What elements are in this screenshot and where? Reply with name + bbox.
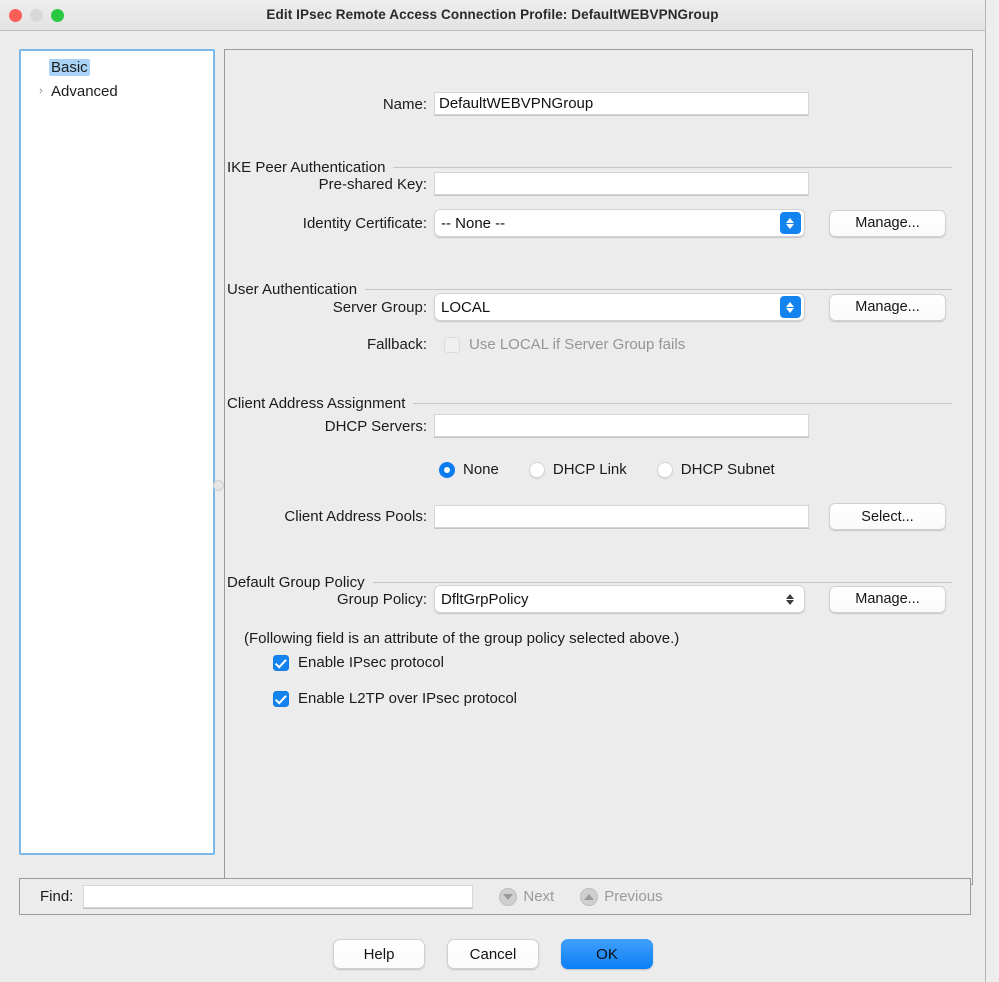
chevron-up-down-icon[interactable] bbox=[780, 212, 801, 234]
chevron-up-down-icon[interactable] bbox=[780, 588, 801, 610]
enable-l2tp-over-ipsec-checkbox[interactable] bbox=[273, 690, 289, 707]
name-row: Name: bbox=[227, 92, 952, 116]
group-title: Client Address Assignment bbox=[227, 395, 406, 412]
fallback-label: Fallback: bbox=[366, 336, 427, 353]
find-previous-label: Previous bbox=[604, 888, 663, 905]
dhcp-mode-radio-group: None DHCP Link DHCP Subnet bbox=[439, 461, 775, 478]
client-address-pools-row: Client Address Pools: Select... bbox=[227, 503, 952, 530]
fallback-checkbox bbox=[444, 336, 460, 353]
navigation-tree[interactable]: › Basic › Advanced bbox=[19, 49, 215, 855]
group-rule-divider bbox=[413, 403, 952, 404]
find-bar: Find: Next Previous bbox=[19, 878, 971, 915]
cancel-button[interactable]: Cancel bbox=[447, 939, 539, 969]
pre-shared-key-row: Pre-shared Key: bbox=[227, 172, 952, 196]
radio-indicator[interactable] bbox=[439, 461, 455, 478]
server-group-select[interactable]: LOCAL bbox=[434, 293, 805, 321]
name-input[interactable] bbox=[434, 92, 809, 116]
group-policy-value: DfltGrpPolicy bbox=[441, 590, 529, 608]
fallback-checkbox-label: Use LOCAL if Server Group fails bbox=[469, 336, 686, 353]
enable-ipsec-protocol-checkbox-row[interactable]: Enable IPsec protocol bbox=[273, 654, 444, 671]
server-group-label: Server Group: bbox=[332, 298, 427, 316]
ok-button[interactable]: OK bbox=[561, 939, 653, 969]
basic-settings-panel: Name: IKE Peer Authentication Pre-shared… bbox=[224, 49, 973, 885]
sidebar-item-label: Basic bbox=[49, 58, 90, 76]
find-next-label: Next bbox=[523, 888, 555, 905]
enable-l2tp-over-ipsec-label: Enable L2TP over IPsec protocol bbox=[298, 690, 518, 707]
radio-option-none[interactable]: None bbox=[439, 461, 499, 478]
triangle-down-icon bbox=[499, 887, 518, 906]
chevron-right-icon[interactable]: › bbox=[33, 85, 49, 97]
dhcp-servers-row: DHCP Servers: bbox=[227, 414, 952, 438]
pre-shared-key-input[interactable] bbox=[434, 172, 809, 196]
help-button[interactable]: Help bbox=[333, 939, 425, 969]
server-group-value: LOCAL bbox=[441, 298, 491, 316]
select-client-address-pools-button[interactable]: Select... bbox=[829, 503, 946, 530]
sidebar-item-advanced[interactable]: › Advanced bbox=[21, 79, 213, 103]
group-rule-divider bbox=[372, 582, 952, 583]
chevron-up-down-icon[interactable] bbox=[780, 296, 801, 318]
find-next-button: Next bbox=[499, 887, 555, 906]
dhcp-servers-input[interactable] bbox=[434, 414, 809, 438]
radio-option-dhcp-subnet[interactable]: DHCP Subnet bbox=[656, 461, 775, 478]
edit-connection-profile-window: Edit IPsec Remote Access Connection Prof… bbox=[0, 0, 986, 982]
identity-certificate-select[interactable]: -- None -- bbox=[434, 209, 805, 237]
title-bar: Edit IPsec Remote Access Connection Prof… bbox=[0, 0, 985, 31]
group-policy-row: Group Policy: DfltGrpPolicy Manage... bbox=[227, 585, 952, 613]
group-rule-divider bbox=[365, 289, 952, 290]
dialog-button-bar: Help Cancel OK bbox=[0, 939, 985, 969]
identity-certificate-row: Identity Certificate: -- None -- Manage.… bbox=[227, 209, 952, 237]
pre-shared-key-label: Pre-shared Key: bbox=[318, 175, 427, 193]
client-address-assignment-group-header: Client Address Assignment bbox=[227, 395, 952, 412]
identity-certificate-value: -- None -- bbox=[441, 214, 506, 232]
radio-indicator[interactable] bbox=[528, 461, 545, 478]
manage-group-policy-button[interactable]: Manage... bbox=[829, 585, 946, 613]
dhcp-servers-label: DHCP Servers: bbox=[324, 417, 427, 435]
group-policy-label: Group Policy: bbox=[336, 590, 427, 608]
name-label: Name: bbox=[382, 95, 427, 113]
enable-ipsec-protocol-checkbox[interactable] bbox=[273, 654, 289, 671]
triangle-up-icon bbox=[580, 887, 599, 906]
radio-label: DHCP Link bbox=[552, 461, 627, 478]
manage-server-group-button[interactable]: Manage... bbox=[829, 293, 946, 321]
sidebar-item-basic[interactable]: › Basic bbox=[21, 55, 213, 79]
radio-option-dhcp-link[interactable]: DHCP Link bbox=[528, 461, 627, 478]
fallback-row: Fallback: Use LOCAL if Server Group fail… bbox=[227, 336, 952, 353]
find-label: Find: bbox=[40, 888, 74, 905]
radio-indicator[interactable] bbox=[656, 461, 673, 478]
client-address-pools-label: Client Address Pools: bbox=[284, 508, 427, 525]
window-body: › Basic › Advanced Name: IKE Peer Authen… bbox=[0, 31, 985, 982]
find-input[interactable] bbox=[83, 884, 474, 909]
client-address-pools-input[interactable] bbox=[434, 504, 809, 529]
radio-label: None bbox=[463, 461, 499, 478]
background-window-sliver[interactable] bbox=[985, 0, 999, 982]
group-rule-divider bbox=[393, 167, 952, 168]
enable-l2tp-over-ipsec-checkbox-row[interactable]: Enable L2TP over IPsec protocol bbox=[273, 690, 517, 707]
group-policy-note: (Following field is an attribute of the … bbox=[244, 630, 680, 647]
group-policy-select[interactable]: DfltGrpPolicy bbox=[434, 585, 805, 613]
radio-label: DHCP Subnet bbox=[680, 461, 775, 478]
identity-certificate-label: Identity Certificate: bbox=[302, 214, 427, 232]
manage-identity-certificate-button[interactable]: Manage... bbox=[829, 209, 946, 237]
sidebar-splitter-handle[interactable] bbox=[213, 480, 224, 491]
find-previous-button: Previous bbox=[580, 887, 663, 906]
sidebar-item-label: Advanced bbox=[51, 82, 118, 100]
window-title: Edit IPsec Remote Access Connection Prof… bbox=[266, 7, 719, 22]
server-group-row: Server Group: LOCAL Manage... bbox=[227, 293, 952, 321]
enable-ipsec-protocol-label: Enable IPsec protocol bbox=[298, 654, 444, 671]
